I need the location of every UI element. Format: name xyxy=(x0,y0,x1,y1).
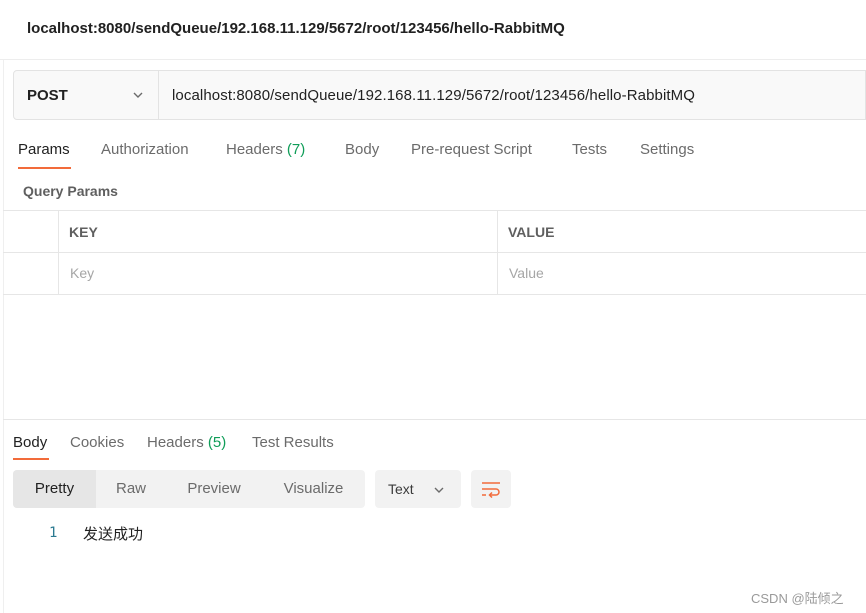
chevron-down-icon xyxy=(434,487,444,493)
response-headers-count-badge: (5) xyxy=(207,434,227,451)
view-visualize-button[interactable]: Visualize xyxy=(262,470,365,508)
window-title: localhost:8080/sendQueue/192.168.11.129/… xyxy=(27,20,565,37)
request-tabs: Params Authorization Headers (7) Body Pr… xyxy=(0,135,866,171)
active-response-tab-indicator xyxy=(13,458,49,460)
tab-response-headers[interactable]: Headers (5) xyxy=(147,434,226,451)
line-number: 1 xyxy=(49,525,58,541)
column-divider xyxy=(497,211,498,252)
tab-cookies[interactable]: Cookies xyxy=(70,434,124,451)
tab-params[interactable]: Params xyxy=(18,141,70,158)
watermark: CSDN @陆倾之 xyxy=(751,591,844,606)
tab-settings[interactable]: Settings xyxy=(640,141,694,158)
column-header-key: KEY xyxy=(69,224,98,240)
tab-response-body[interactable]: Body xyxy=(13,434,47,451)
method-label: POST xyxy=(27,87,68,104)
view-raw-button[interactable]: Raw xyxy=(96,470,166,508)
response-divider[interactable] xyxy=(3,419,866,420)
response-tabs: Body Cookies Headers (5) Test Results xyxy=(0,428,866,460)
view-mode-selector: Pretty Raw Preview Visualize xyxy=(13,470,365,508)
column-divider xyxy=(58,253,59,294)
value-input[interactable]: Value xyxy=(509,265,544,281)
active-tab-indicator xyxy=(18,167,71,169)
request-bar: POST localhost:8080/sendQueue/192.168.11… xyxy=(13,70,866,120)
tab-headers-label: Headers xyxy=(226,141,283,158)
tab-response-headers-label: Headers xyxy=(147,434,204,451)
headers-count-badge: (7) xyxy=(286,141,306,158)
tab-prerequest-script[interactable]: Pre-request Script xyxy=(411,141,532,158)
query-params-table: KEY VALUE Key Value xyxy=(3,210,866,295)
method-selector[interactable]: POST xyxy=(14,71,159,119)
column-divider xyxy=(58,211,59,252)
table-header-row: KEY VALUE xyxy=(3,211,866,253)
view-pretty-button[interactable]: Pretty xyxy=(13,470,96,508)
chevron-down-icon xyxy=(133,92,143,98)
tab-test-results[interactable]: Test Results xyxy=(252,434,334,451)
tab-authorization[interactable]: Authorization xyxy=(101,141,189,158)
query-params-title: Query Params xyxy=(23,183,118,199)
column-divider xyxy=(497,253,498,294)
wrap-lines-icon xyxy=(482,482,500,498)
tab-tests[interactable]: Tests xyxy=(572,141,607,158)
key-input[interactable]: Key xyxy=(70,265,94,281)
tab-body[interactable]: Body xyxy=(345,141,379,158)
response-body-text: 发送成功 xyxy=(83,525,144,543)
tab-headers[interactable]: Headers (7) xyxy=(226,141,305,158)
table-row: Key Value xyxy=(3,253,866,295)
url-text: localhost:8080/sendQueue/192.168.11.129/… xyxy=(172,87,696,104)
window-title-bar: localhost:8080/sendQueue/192.168.11.129/… xyxy=(0,0,866,60)
format-dropdown[interactable]: Text xyxy=(375,470,461,508)
wrap-lines-button[interactable] xyxy=(471,470,511,508)
url-input[interactable]: localhost:8080/sendQueue/192.168.11.129/… xyxy=(172,71,862,119)
column-header-value: VALUE xyxy=(508,224,555,240)
format-label: Text xyxy=(388,481,414,497)
view-preview-button[interactable]: Preview xyxy=(166,470,262,508)
